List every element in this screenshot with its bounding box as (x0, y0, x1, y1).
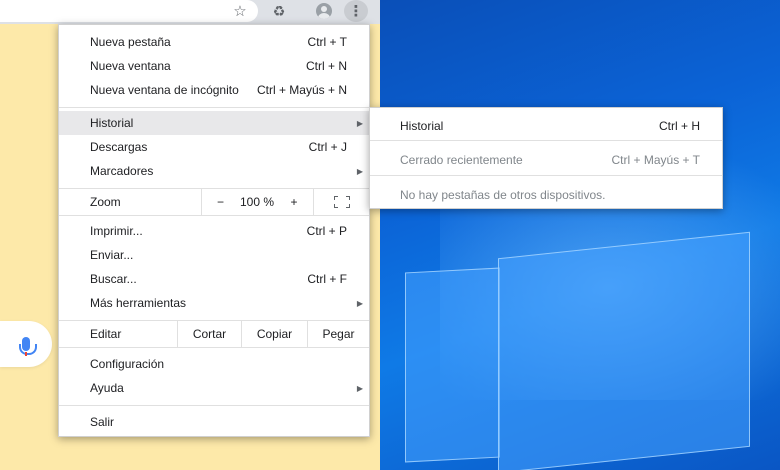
browser-toolbar: ☆ ♻ ⋮ (0, 0, 380, 24)
menu-separator (59, 107, 369, 108)
menu-item-find[interactable]: Buscar... Ctrl + F (59, 267, 369, 291)
address-bar[interactable] (0, 0, 258, 22)
menu-item-shortcut: Ctrl + F (307, 272, 347, 286)
submenu-item-shortcut: Ctrl + H (658, 119, 700, 133)
menu-item-downloads[interactable]: Descargas Ctrl + J (59, 135, 369, 159)
menu-item-shortcut: Ctrl + J (308, 140, 347, 154)
menu-item-cast[interactable]: Enviar... (59, 243, 369, 267)
menu-item-label: Ayuda (90, 381, 124, 395)
menu-item-label: Nueva pestaña (90, 35, 171, 49)
menu-separator (59, 347, 369, 348)
cut-button[interactable]: Cortar (177, 321, 241, 347)
menu-item-incognito[interactable]: Nueva ventana de incógnito Ctrl + Mayús … (59, 78, 369, 102)
menu-item-label: Nueva ventana de incógnito (90, 83, 239, 97)
zoom-in-button[interactable]: + (275, 189, 313, 215)
fullscreen-icon (333, 196, 350, 208)
menu-separator (59, 405, 369, 406)
submenu-item-shortcut: Ctrl + Mayús + T (611, 153, 700, 167)
zoom-out-button[interactable]: − (201, 189, 239, 215)
copy-label: Copiar (256, 327, 293, 341)
menu-item-label: Buscar... (90, 272, 137, 286)
menu-item-shortcut: Ctrl + N (305, 59, 347, 73)
submenu-item-label: Cerrado recientemente (400, 153, 523, 167)
menu-item-label: Salir (90, 415, 115, 429)
submenu-arrow-icon: ▶ (356, 298, 363, 308)
menu-separator (59, 215, 369, 216)
menu-item-new-tab[interactable]: Nueva pestaña Ctrl + T (59, 30, 369, 54)
windows-logo-pane-right (498, 231, 750, 470)
menu-item-settings[interactable]: Configuración (59, 352, 369, 376)
paste-label: Pegar (322, 327, 355, 341)
zoom-value-label: 100 % (239, 195, 275, 209)
submenu-separator (370, 140, 722, 141)
microphone-stem (25, 352, 27, 356)
vertical-dots-icon[interactable]: ⋮ (344, 0, 368, 22)
edit-label: Editar (90, 327, 122, 341)
zoom-out-label: − (216, 195, 224, 209)
submenu-separator (370, 175, 722, 176)
menu-item-shortcut: Ctrl + T (307, 35, 347, 49)
fullscreen-button[interactable] (313, 189, 369, 215)
submenu-item-label: No hay pestañas de otros dispositivos. (400, 188, 606, 202)
chrome-main-menu: Nueva pestaña Ctrl + T Nueva ventana Ctr… (58, 24, 370, 437)
copy-button[interactable]: Copiar (241, 321, 307, 347)
submenu-item-label: Historial (400, 119, 444, 133)
menu-item-exit[interactable]: Salir (59, 410, 369, 434)
paste-button[interactable]: Pegar (307, 321, 369, 347)
menu-item-help[interactable]: Ayuda ▶ (59, 376, 369, 400)
submenu-arrow-icon: ▶ (356, 118, 363, 128)
star-icon[interactable]: ☆ (228, 0, 252, 22)
menu-item-bookmarks[interactable]: Marcadores ▶ (59, 159, 369, 183)
recycle-icon[interactable]: ♻ (267, 0, 291, 22)
menu-item-label: Marcadores (90, 164, 154, 178)
microphone-icon (19, 337, 37, 355)
windows-logo-pane-left (405, 267, 500, 463)
menu-item-label: Imprimir... (90, 224, 143, 238)
menu-item-print[interactable]: Imprimir... Ctrl + P (59, 219, 369, 243)
menu-item-label: Nueva ventana (90, 59, 171, 73)
menu-item-more-tools[interactable]: Más herramientas ▶ (59, 291, 369, 315)
menu-item-label: Historial (90, 116, 134, 130)
submenu-arrow-icon: ▶ (356, 166, 363, 176)
history-submenu: Historial Ctrl + H Cerrado recientemente… (369, 107, 723, 209)
menu-row-edit: Editar Cortar Copiar Pegar (59, 321, 369, 347)
desktop-background (380, 0, 780, 470)
submenu-item-recently-closed[interactable]: Cerrado recientemente Ctrl + Mayús + T (370, 143, 722, 175)
menu-item-shortcut: Ctrl + P (306, 224, 347, 238)
menu-item-label: Configuración (90, 357, 165, 371)
menu-item-label: Más herramientas (90, 296, 187, 310)
voice-search-button[interactable] (0, 321, 52, 367)
profile-avatar-icon[interactable] (312, 0, 336, 22)
submenu-item-history[interactable]: Historial Ctrl + H (370, 109, 722, 141)
submenu-arrow-icon: ▶ (356, 383, 363, 393)
cut-label: Cortar (192, 327, 227, 341)
menu-item-new-window[interactable]: Nueva ventana Ctrl + N (59, 54, 369, 78)
menu-item-label: Enviar... (90, 248, 134, 262)
zoom-in-label: + (290, 195, 298, 209)
menu-item-history[interactable]: Historial ▶ (59, 111, 369, 135)
zoom-label: Zoom (90, 195, 121, 209)
menu-item-label: Descargas (90, 140, 148, 154)
menu-item-shortcut: Ctrl + Mayús + N (256, 83, 347, 97)
submenu-item-no-tabs: No hay pestañas de otros dispositivos. (370, 178, 722, 210)
menu-row-zoom: Zoom − 100 % + (59, 189, 369, 215)
zoom-value: 100 % (239, 189, 275, 215)
